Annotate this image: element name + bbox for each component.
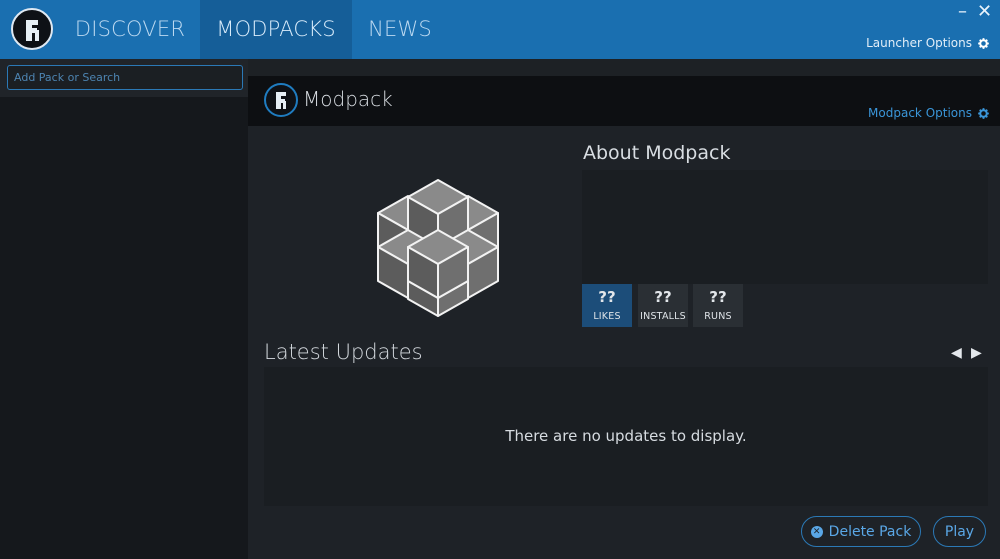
tab-news[interactable]: NEWS [352,0,448,59]
modpack-options-link[interactable]: Modpack Options [868,106,990,120]
tab-discover[interactable]: DISCOVER [60,0,200,59]
no-updates-message: There are no updates to display. [505,427,747,445]
runs-label: RUNS [704,311,732,322]
search-bar [0,59,248,97]
installs-label: INSTALLS [640,311,686,322]
updates-panel: There are no updates to display. [264,367,988,506]
about-title: About Modpack [583,142,731,164]
delete-icon: ✕ [810,525,823,538]
pack-title: Modpack [303,87,393,111]
search-input[interactable] [7,65,243,90]
minimize-button[interactable]: – [958,2,967,22]
cube-cluster-icon [377,179,499,317]
modpack-sidebar [0,59,248,559]
installs-stat: ?? INSTALLS [638,284,688,327]
gear-icon [978,37,989,49]
runs-stat: ?? RUNS [693,284,743,327]
pack-logo-icon [264,83,298,117]
close-button[interactable]: ✕ [977,2,992,22]
prev-arrow-icon[interactable]: ◀ [951,345,962,361]
pack-details: About Modpack ?? LIKES ?? INSTALLS ?? RU… [248,126,1000,559]
likes-count: ?? [598,288,616,306]
gear-icon [978,107,989,119]
tab-modpacks[interactable]: MODPACKS [200,0,352,59]
installs-count: ?? [654,288,672,306]
pack-header: Modpack Modpack Options [248,76,1000,126]
delete-pack-button[interactable]: ✕ Delete Pack [801,516,921,547]
launcher-options-link[interactable]: Launcher Options [866,36,990,50]
about-description [582,170,988,284]
modpack-options-label: Modpack Options [868,106,972,120]
runs-count: ?? [709,288,727,306]
next-arrow-icon[interactable]: ▶ [971,345,982,361]
technic-logo-icon[interactable] [11,8,53,50]
play-label: Play [944,523,975,540]
pack-art [266,140,574,338]
top-bar: DISCOVER MODPACKS NEWS – ✕ Launcher Opti… [0,0,1000,59]
likes-label: LIKES [593,311,621,322]
delete-pack-label: Delete Pack [828,523,912,540]
likes-stat[interactable]: ?? LIKES [582,284,632,327]
play-button[interactable]: Play [933,516,986,547]
launcher-window: DISCOVER MODPACKS NEWS – ✕ Launcher Opti… [0,0,1000,559]
latest-updates-title: Latest Updates [264,340,423,364]
launcher-options-label: Launcher Options [866,36,972,50]
